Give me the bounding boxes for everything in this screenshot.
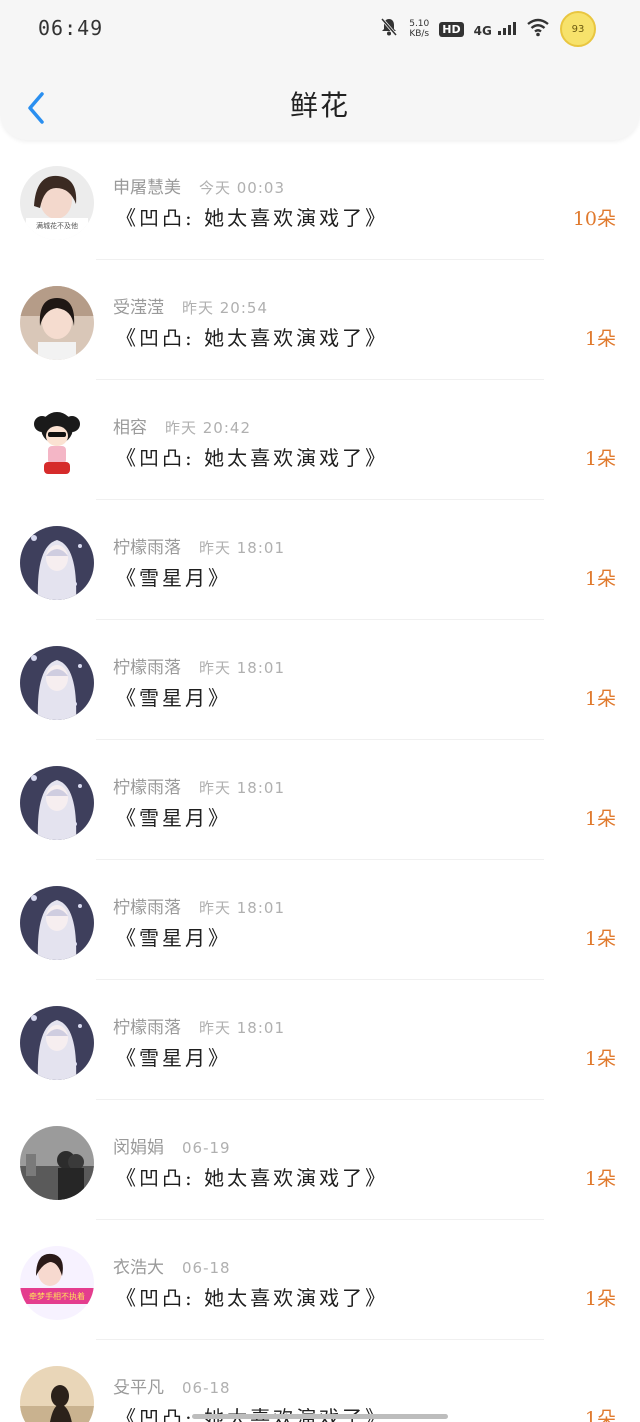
avatar[interactable] [20,1366,94,1422]
sent-time: 06-18 [182,1259,231,1277]
signal-bars-icon [498,21,516,35]
work-title[interactable]: 《凹凸: 她太喜欢演戏了》 [116,1402,388,1422]
work-title[interactable]: 《雪星月》 [116,922,231,951]
sent-time: 昨天 18:01 [199,659,285,677]
sent-time: 昨天 18:01 [199,899,285,917]
list-item-meta: 柠檬雨落 昨天 18:01 [113,773,285,798]
list-item-meta: 柠檬雨落 昨天 18:01 [113,533,285,558]
avatar[interactable] [20,406,94,480]
network-speed: 5.10 KB/s [409,19,430,39]
work-title[interactable]: 《雪星月》 [116,1042,231,1071]
sender-name[interactable]: 殳平凡 [113,1378,164,1398]
work-title[interactable]: 《凹凸: 她太喜欢演戏了》 [116,1162,388,1191]
avatar[interactable] [20,1126,94,1200]
list-item[interactable]: 满城花不及他 申屠慧美 今天 00:03 《凹凸: 她太喜欢演戏了》 10朵 [0,140,640,260]
sender-name[interactable]: 柠檬雨落 [113,898,181,918]
sender-name[interactable]: 柠檬雨落 [113,1018,181,1038]
work-title[interactable]: 《凹凸: 她太喜欢演戏了》 [116,1282,388,1311]
signal-indicator: 4G [474,21,516,38]
list-item-meta: 衣浩大 06-18 [113,1253,231,1278]
status-icons: 5.10 KB/s HD 4G 93 [379,11,596,47]
flower-list: 满城花不及他 申屠慧美 今天 00:03 《凹凸: 她太喜欢演戏了》 10朵 受滢滢 昨天 … [0,140,640,1422]
list-item[interactable]: 受滢滢 昨天 20:54 《凹凸: 她太喜欢演戏了》 1朵 [0,260,640,380]
sent-time: 昨天 20:54 [182,299,268,317]
list-item[interactable]: 牵梦手相不执着 衣浩大 06-18 《凹凸: 她太喜欢演戏了》 1朵 [0,1220,640,1340]
list-item-meta: 受滢滢 昨天 20:54 [113,293,268,318]
flower-count: 1朵 [584,1288,616,1310]
flower-count: 1朵 [584,448,616,470]
status-time: 06:49 [38,16,104,40]
list-item-meta: 闵娟娟 06-19 [113,1133,231,1158]
flower-count: 1朵 [584,808,616,830]
avatar[interactable]: 牵梦手相不执着 [20,1246,94,1320]
work-title[interactable]: 《雪星月》 [116,682,231,711]
work-title[interactable]: 《凹凸: 她太喜欢演戏了》 [116,442,388,471]
avatar[interactable] [20,1006,94,1080]
list-item[interactable]: 殳平凡 06-18 《凹凸: 她太喜欢演戏了》 1朵 [0,1340,640,1422]
list-item-meta: 柠檬雨落 昨天 18:01 [113,653,285,678]
sender-name[interactable]: 闵娟娟 [113,1138,164,1158]
work-title[interactable]: 《雪星月》 [116,802,231,831]
sent-time: 昨天 18:01 [199,779,285,797]
sender-name[interactable]: 柠檬雨落 [113,778,181,798]
list-item[interactable]: 闵娟娟 06-19 《凹凸: 她太喜欢演戏了》 1朵 [0,1100,640,1220]
flower-count: 10朵 [572,208,616,230]
avatar[interactable] [20,766,94,840]
mute-bell-icon [379,17,399,41]
list-item[interactable]: 柠檬雨落 昨天 18:01 《雪星月》 1朵 [0,980,640,1100]
flower-count: 1朵 [584,328,616,350]
avatar[interactable] [20,886,94,960]
sent-time: 昨天 18:01 [199,1019,285,1037]
sender-name[interactable]: 受滢滢 [113,298,164,318]
page-title: 鲜花 [289,89,350,122]
sender-name[interactable]: 柠檬雨落 [113,538,181,558]
flower-count: 1朵 [584,1168,616,1190]
svg-text:满城花不及他: 满城花不及他 [36,221,78,230]
work-title[interactable]: 《雪星月》 [116,562,231,591]
flower-count: 1朵 [584,688,616,710]
hd-badge: HD [439,21,464,37]
list-item-meta: 殳平凡 06-18 [113,1373,231,1398]
avatar[interactable] [20,646,94,720]
status-avatar: 93 [560,11,596,47]
sender-name[interactable]: 相容 [113,418,147,438]
sent-time: 昨天 20:42 [165,419,251,437]
list-item-meta: 相容 昨天 20:42 [113,413,251,438]
avatar[interactable]: 满城花不及他 [20,166,94,240]
list-item-meta: 柠檬雨落 昨天 18:01 [113,1013,285,1038]
wifi-icon [526,17,550,41]
sent-time: 06-19 [182,1139,231,1157]
list-item[interactable]: 柠檬雨落 昨天 18:01 《雪星月》 1朵 [0,740,640,860]
svg-text:牵梦手相不执着: 牵梦手相不执着 [29,1291,85,1301]
flower-count: 1朵 [584,1408,616,1422]
sent-time: 今天 00:03 [199,179,285,197]
list-item[interactable]: 相容 昨天 20:42 《凹凸: 她太喜欢演戏了》 1朵 [0,380,640,500]
home-indicator[interactable] [192,1414,448,1419]
list-item[interactable]: 柠檬雨落 昨天 18:01 《雪星月》 1朵 [0,500,640,620]
work-title[interactable]: 《凹凸: 她太喜欢演戏了》 [116,322,388,351]
flower-count: 1朵 [584,568,616,590]
list-item[interactable]: 柠檬雨落 昨天 18:01 《雪星月》 1朵 [0,620,640,740]
list-item-meta: 申屠慧美 今天 00:03 [113,173,285,198]
work-title[interactable]: 《凹凸: 她太喜欢演戏了》 [116,202,388,231]
sender-name[interactable]: 衣浩大 [113,1258,164,1278]
avatar[interactable] [20,526,94,600]
top-header: 06:49 5.10 KB/s HD 4G 93 鲜花 [0,0,640,140]
list-item-meta: 柠檬雨落 昨天 18:01 [113,893,285,918]
status-bar: 06:49 5.10 KB/s HD 4G 93 [0,0,640,60]
list-item[interactable]: 柠檬雨落 昨天 18:01 《雪星月》 1朵 [0,860,640,980]
sender-name[interactable]: 申屠慧美 [113,178,181,198]
sent-time: 昨天 18:01 [199,539,285,557]
flower-count: 1朵 [584,1048,616,1070]
avatar[interactable] [20,286,94,360]
sent-time: 06-18 [182,1379,231,1397]
sender-name[interactable]: 柠檬雨落 [113,658,181,678]
flower-count: 1朵 [584,928,616,950]
